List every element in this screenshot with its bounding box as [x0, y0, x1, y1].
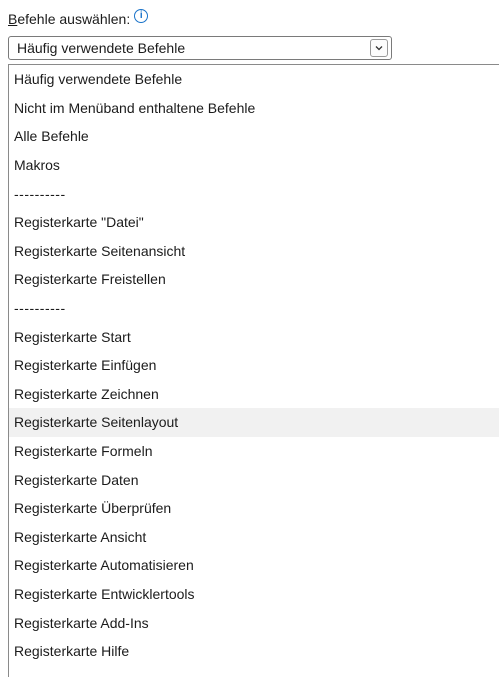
- choose-commands-dropdown[interactable]: Häufig verwendete Befehle: [8, 36, 392, 60]
- dropdown-selected-value: Häufig verwendete Befehle: [17, 40, 186, 56]
- label-rest: efehle auswählen:: [17, 11, 131, 27]
- choose-commands-label-row: Befehle auswählen: i: [8, 8, 149, 30]
- list-option[interactable]: Registerkarte Zeichnen: [9, 380, 499, 409]
- list-option[interactable]: Alle Befehle: [9, 122, 499, 151]
- list-option[interactable]: Registerkarte Hilfe: [9, 637, 499, 666]
- list-option[interactable]: Registerkarte Daten: [9, 465, 499, 494]
- chevron-down-icon: [375, 46, 383, 51]
- list-option[interactable]: Registerkarte Entwicklertools: [9, 580, 499, 609]
- info-icon[interactable]: i: [134, 9, 149, 23]
- list-option[interactable]: Registerkarte Start: [9, 322, 499, 351]
- list-option[interactable]: Registerkarte Ansicht: [9, 523, 499, 552]
- list-option[interactable]: Registerkarte Automatisieren: [9, 551, 499, 580]
- list-option[interactable]: Registerkarte Seitenlayout: [9, 408, 499, 437]
- label-mnemonic: B: [8, 11, 18, 27]
- list-option[interactable]: Registerkarte Überprüfen: [9, 494, 499, 523]
- list-option[interactable]: Registerkarte "Datei": [9, 208, 499, 237]
- list-option[interactable]: Nicht im Menüband enthaltene Befehle: [9, 94, 499, 123]
- choose-commands-panel: Befehle auswählen: i Häufig verwendete B…: [0, 0, 499, 677]
- list-separator: ----------: [14, 185, 66, 202]
- choose-commands-label: Befehle auswählen:: [8, 11, 130, 27]
- list-option[interactable]: Makros: [9, 151, 499, 180]
- list-option[interactable]: Registerkarte Formeln: [9, 437, 499, 466]
- list-option[interactable]: Häufig verwendete Befehle: [9, 65, 499, 94]
- list-option[interactable]: Registerkarte Seitenansicht: [9, 237, 499, 266]
- list-separator: ----------: [14, 300, 66, 317]
- list-option[interactable]: Registerkarte Add-Ins: [9, 608, 499, 637]
- list-option[interactable]: Registerkarte Freistellen: [9, 265, 499, 294]
- dropdown-toggle-button[interactable]: [370, 39, 388, 57]
- dropdown-options-list: Häufig verwendete Befehle Nicht im Menüba…: [8, 64, 499, 677]
- list-option[interactable]: Registerkarte Einfügen: [9, 351, 499, 380]
